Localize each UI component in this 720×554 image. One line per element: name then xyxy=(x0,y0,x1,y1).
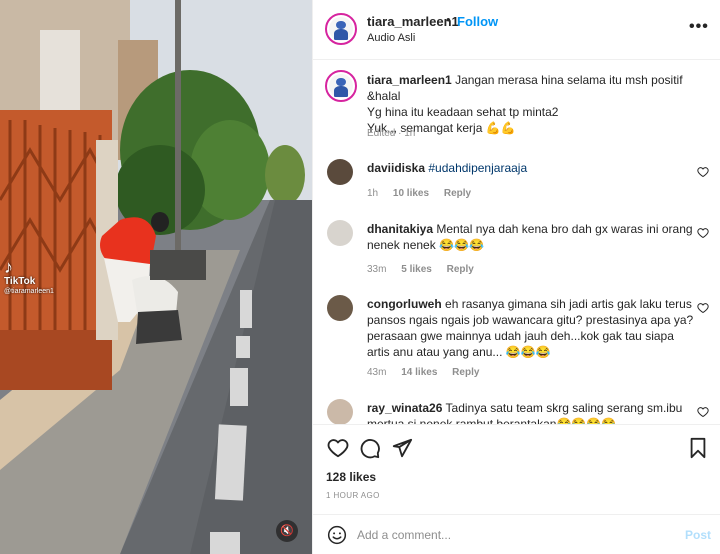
heart-icon[interactable] xyxy=(697,166,709,178)
comments-list[interactable]: tiara_marleen1 Jangan merasa hina selama… xyxy=(313,61,720,424)
speaker-muted-icon: 🔇 xyxy=(280,525,294,537)
comment-avatar[interactable] xyxy=(327,159,353,185)
post-media[interactable]: ♪ TikTok @tiaramarleen1 🔇 xyxy=(0,0,312,554)
reply-button[interactable]: Reply xyxy=(444,188,471,199)
caption-meta: Edited · 1h xyxy=(367,128,427,139)
like-heart-icon[interactable] xyxy=(327,437,349,459)
comment-likes[interactable]: 14 likes xyxy=(401,367,437,378)
caption-avatar[interactable] xyxy=(325,70,357,102)
comment-avatar[interactable] xyxy=(327,295,353,321)
caption-edited-time: Edited · 1h xyxy=(367,128,416,139)
bookmark-icon[interactable] xyxy=(687,437,709,459)
comment-text: congorluweh eh rasanya gimana sih jadi a… xyxy=(367,296,697,360)
heart-icon[interactable] xyxy=(697,227,709,239)
comment-avatar[interactable] xyxy=(327,220,353,246)
comment-meta: 33m 5 likes Reply xyxy=(367,264,486,275)
post-panel: tiara_marleen1 • Follow Audio Asli ••• t… xyxy=(312,0,720,554)
likes-count[interactable]: 128 likes xyxy=(326,470,376,484)
comment-body[interactable]: #udahdipenjaraaja xyxy=(428,161,527,175)
emoji-icon[interactable] xyxy=(327,525,347,545)
heart-icon[interactable] xyxy=(697,302,709,314)
caption-username[interactable]: tiara_marleen1 xyxy=(367,73,452,87)
comment-time: 43m xyxy=(367,367,387,378)
add-comment-bar: Post xyxy=(313,514,720,554)
follow-button[interactable]: Follow xyxy=(457,14,498,29)
comment-username[interactable]: ray_winata26 xyxy=(367,401,442,415)
tiktok-logo-text: TikTok xyxy=(4,276,36,287)
tiktok-watermark: ♪ TikTok @tiaramarleen1 xyxy=(4,258,54,295)
post-header: tiara_marleen1 • Follow Audio Asli ••• xyxy=(313,0,720,60)
comment-meta: 1h 10 likes Reply xyxy=(367,188,483,199)
comment-text: dhanitakiya Mental nya dah kena bro dah … xyxy=(367,221,697,253)
comment-input[interactable] xyxy=(357,525,667,545)
comment-username[interactable]: daviidiska xyxy=(367,161,425,175)
reply-button[interactable]: Reply xyxy=(452,367,479,378)
author-avatar[interactable] xyxy=(325,13,357,45)
post-time-ago: 1 HOUR AGO xyxy=(326,491,380,500)
author-username[interactable]: tiara_marleen1 xyxy=(367,14,459,29)
header-separator: • xyxy=(446,12,451,27)
tiktok-icon: ♪ xyxy=(4,257,13,277)
audio-label[interactable]: Audio Asli xyxy=(367,32,415,44)
action-bar: 128 likes 1 HOUR AGO xyxy=(313,424,720,514)
comment-avatar[interactable] xyxy=(327,399,353,424)
comment-bubble-icon[interactable] xyxy=(359,437,381,459)
comment-likes[interactable]: 5 likes xyxy=(401,264,432,275)
comment-time: 33m xyxy=(367,264,387,275)
more-options-button[interactable]: ••• xyxy=(689,18,709,36)
share-send-icon[interactable] xyxy=(391,437,413,459)
tiktok-handle: @tiaramarleen1 xyxy=(4,288,54,295)
caption-text: tiara_marleen1 Jangan merasa hina selama… xyxy=(367,72,697,136)
comment-username[interactable]: congorluweh xyxy=(367,297,442,311)
comment-meta: 43m 14 likes Reply xyxy=(367,367,491,378)
post-comment-button[interactable]: Post xyxy=(685,528,711,542)
sound-toggle-button[interactable]: 🔇 xyxy=(276,520,298,542)
comment-text: daviidiska #udahdipenjaraaja xyxy=(367,160,697,176)
comment-time: 1h xyxy=(367,188,379,199)
caption-line-2: Yg hina itu keadaan sehat tp minta2 xyxy=(367,105,559,119)
comment-username[interactable]: dhanitakiya xyxy=(367,222,433,236)
heart-icon[interactable] xyxy=(697,406,709,418)
comment-likes[interactable]: 10 likes xyxy=(393,188,429,199)
reply-button[interactable]: Reply xyxy=(447,264,474,275)
comment-text: ray_winata26 Tadinya satu team skrg sali… xyxy=(367,400,697,424)
